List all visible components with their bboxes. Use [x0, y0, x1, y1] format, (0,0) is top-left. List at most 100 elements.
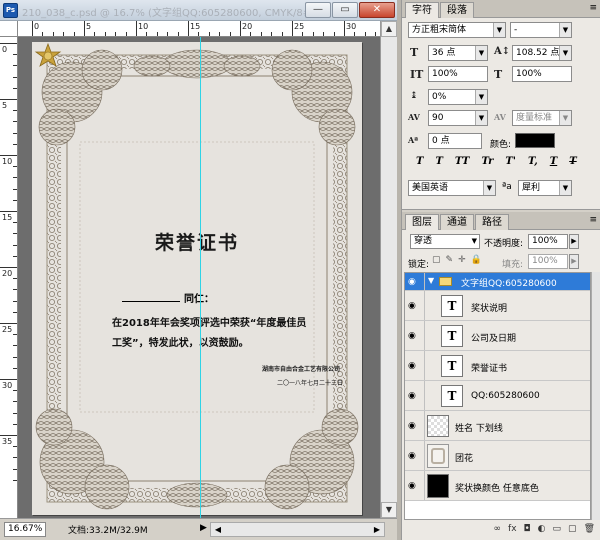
eye-icon[interactable]: ◉: [408, 451, 422, 461]
layers-scrollbar[interactable]: [591, 272, 600, 520]
superscript-button[interactable]: T': [505, 156, 516, 167]
layer-row[interactable]: ◉ T 荣誉证书: [405, 351, 590, 381]
tab-paragraph[interactable]: 段落: [440, 2, 474, 18]
zoom-level-field[interactable]: 16.67%: [4, 522, 46, 537]
lock-image-icon[interactable]: ✎: [446, 255, 454, 265]
vertical-scrollbar[interactable]: ▲ ▼: [380, 21, 397, 518]
scroll-right-icon[interactable]: ▶: [370, 523, 384, 536]
ruler-tick: [13, 311, 17, 313]
language-select[interactable]: 美国英语 ▼: [408, 180, 496, 196]
horizontal-scale-field[interactable]: 100%: [512, 66, 572, 82]
scroll-up-icon[interactable]: ▲: [381, 21, 397, 37]
subscript-button[interactable]: T,: [528, 156, 538, 167]
panel-menu-icon[interactable]: ≡: [589, 215, 597, 225]
link-layers-icon[interactable]: ∞: [494, 524, 502, 540]
eye-icon[interactable]: ◉: [408, 481, 422, 491]
vertical-ruler[interactable]: 0 5 10 15 20 25 30 35: [0, 37, 18, 518]
font-style-select[interactable]: - ▼: [510, 22, 572, 38]
tab-paths[interactable]: 路径: [475, 214, 509, 230]
certificate-artboard[interactable]: 荣誉证书 同仁： 在2018年年会奖项评选中荣获“年度最佳员工奖”，特发此状，以…: [32, 42, 362, 515]
eye-icon[interactable]: ◉: [408, 421, 422, 431]
fill-arrow-icon[interactable]: ▶: [569, 254, 579, 269]
small-caps-button[interactable]: Tr: [481, 156, 493, 167]
eye-icon[interactable]: ◉: [408, 331, 422, 341]
document-size-info[interactable]: 文档:33.2M/32.9M: [68, 523, 148, 536]
layer-row-group[interactable]: ◉ ▼ 文字组QQ:605280600: [405, 273, 590, 291]
leading-field[interactable]: 108.52 点 ▼: [512, 45, 572, 61]
underline-button[interactable]: T: [550, 156, 557, 167]
restore-button[interactable]: ▭: [332, 2, 358, 18]
baseline-shift-field[interactable]: 0 点: [428, 133, 482, 149]
ruler-corner[interactable]: [0, 21, 18, 37]
opacity-field[interactable]: 100%: [528, 234, 568, 249]
fill-field[interactable]: 100%: [528, 254, 568, 269]
tab-layers[interactable]: 图层: [405, 214, 439, 230]
ruler-tick: [333, 32, 335, 36]
canvas-area[interactable]: 荣誉证书 同仁： 在2018年年会奖项评选中荣获“年度最佳员工奖”，特发此状，以…: [18, 37, 380, 518]
scroll-left-icon[interactable]: ◀: [211, 523, 225, 536]
tab-character[interactable]: 字符: [405, 2, 439, 18]
lock-all-icon[interactable]: 🔒: [471, 255, 482, 265]
ruler-tick: [260, 32, 262, 36]
ruler-tick: [13, 367, 17, 369]
blend-mode-select[interactable]: 穿透 ▼: [410, 234, 480, 249]
lock-position-icon[interactable]: ✛: [458, 255, 466, 265]
status-menu-arrow-icon[interactable]: ▶: [200, 523, 207, 533]
faux-bold-button[interactable]: T: [416, 156, 423, 167]
layer-row[interactable]: ◉ T 公司及日期: [405, 321, 590, 351]
layer-row[interactable]: ◉ 团花: [405, 441, 590, 471]
ruler-label: 30: [346, 22, 357, 31]
layer-row[interactable]: ◉ 姓名 下划线: [405, 411, 590, 441]
document-title: 210_038_c.psd @ 16.7% (文字组QQ:605280600, …: [22, 8, 315, 19]
layer-style-icon[interactable]: fx: [508, 524, 517, 540]
opacity-arrow-icon[interactable]: ▶: [569, 234, 579, 249]
ruler-tick: [73, 32, 75, 36]
minimize-button[interactable]: —: [305, 2, 331, 18]
eye-icon[interactable]: ◉: [408, 391, 422, 401]
vertical-guide[interactable]: [200, 37, 201, 518]
new-layer-icon[interactable]: ▢: [568, 524, 577, 540]
layer-row[interactable]: ◉ T 奖状说明: [405, 291, 590, 321]
eye-icon[interactable]: ◉: [408, 361, 422, 371]
adjustment-layer-icon[interactable]: ◐: [538, 524, 546, 540]
tab-channels[interactable]: 通道: [440, 214, 474, 230]
eye-icon[interactable]: ◉: [408, 301, 422, 311]
lock-transparency-icon[interactable]: ▢: [432, 255, 441, 265]
delete-layer-icon[interactable]: 🗑: [584, 524, 595, 540]
ruler-tick: [13, 278, 17, 280]
ruler-tick: [0, 211, 17, 212]
layer-row[interactable]: ◉ 奖状换颜色 任意底色: [405, 471, 590, 501]
document-titlebar[interactable]: Ps 210_038_c.psd @ 16.7% (文字组QQ:60528060…: [0, 0, 397, 21]
group-expand-icon[interactable]: ▼: [428, 276, 434, 285]
horizontal-ruler[interactable]: 0 5 10 15 20 25 30: [18, 21, 380, 37]
horizontal-scrollbar[interactable]: ◀ ▶: [210, 522, 385, 537]
font-family-select[interactable]: 方正粗宋简体 ▼: [408, 22, 506, 38]
kerning-field[interactable]: 度量标准 ▼: [512, 110, 572, 126]
opacity-label: 不透明度:: [484, 239, 524, 249]
tracking-field[interactable]: 90 ▼: [428, 110, 488, 126]
eye-icon[interactable]: ◉: [408, 277, 422, 287]
all-caps-button[interactable]: TT: [455, 156, 470, 167]
text-color-swatch[interactable]: [515, 133, 555, 148]
layer-row[interactable]: ◉ T QQ:605280600: [405, 381, 590, 411]
strikethrough-button[interactable]: T: [569, 156, 576, 167]
faux-italic-button[interactable]: T: [435, 156, 442, 167]
ruler-tick: [42, 32, 44, 36]
layers-list[interactable]: ◉ ▼ 文字组QQ:605280600 ◉ T 奖状说明 ◉ T 公司及日期 ◉…: [404, 272, 591, 520]
kerning-icon: AV: [494, 112, 506, 122]
antialias-icon: ªa: [502, 182, 512, 192]
ruler-label: 20: [242, 22, 253, 31]
panel-menu-icon[interactable]: ≡: [589, 3, 597, 13]
chevron-down-icon: ▼: [471, 237, 477, 245]
scroll-down-icon[interactable]: ▼: [381, 502, 397, 518]
font-style-value: -: [514, 25, 518, 35]
new-group-icon[interactable]: ▭: [553, 524, 562, 540]
ruler-tick: [292, 21, 293, 36]
layer-mask-icon[interactable]: ◘: [524, 524, 531, 540]
close-button[interactable]: ✕: [359, 2, 395, 18]
vertical-scale-field[interactable]: 100%: [428, 66, 488, 82]
font-size-field[interactable]: 36 点 ▼: [428, 45, 488, 61]
antialias-select[interactable]: 犀利 ▼: [518, 180, 572, 196]
ruler-tick: [229, 32, 231, 36]
baseline-scale-field[interactable]: 0% ▼: [428, 89, 488, 105]
